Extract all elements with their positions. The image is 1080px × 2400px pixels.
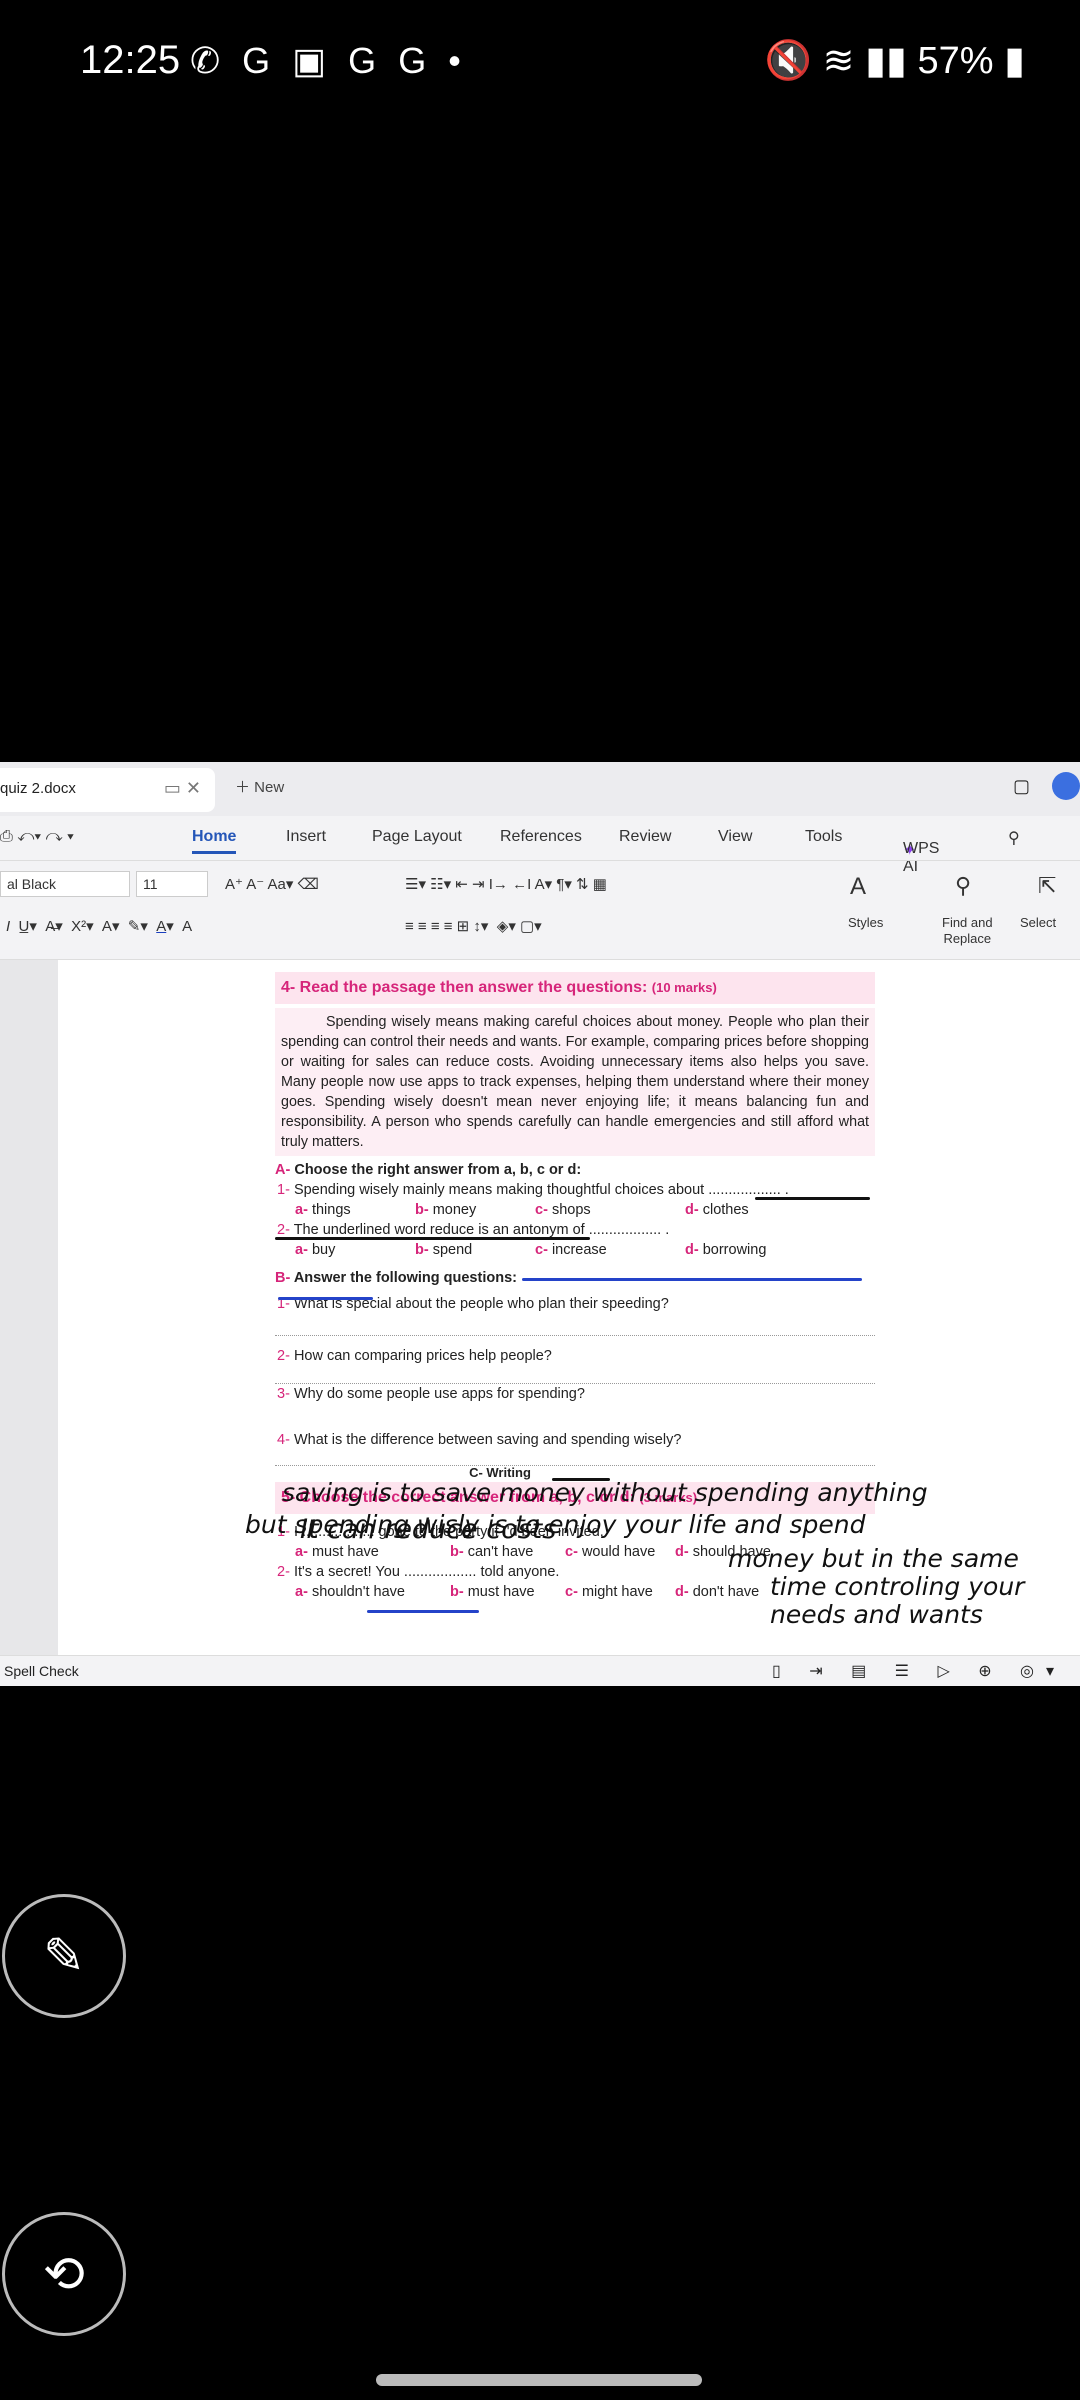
replace-label: Replace bbox=[943, 931, 992, 946]
font-select[interactable]: al Black bbox=[0, 871, 130, 897]
styles-button[interactable]: Styles bbox=[848, 915, 883, 930]
undo-redo-icons[interactable]: ⎙ ↶▾ ↷ ▾ bbox=[0, 828, 74, 846]
find-icon[interactable]: ⚲ bbox=[955, 873, 971, 899]
ink-underline bbox=[755, 1197, 870, 1200]
answer-line[interactable] bbox=[275, 1366, 875, 1384]
section-a: A- Choose the right answer from a, b, c … bbox=[275, 1160, 875, 1180]
new-tab-button[interactable]: ＋ New bbox=[235, 776, 284, 797]
section-title: Answer the following questions: bbox=[293, 1270, 517, 1286]
section-letter: A- bbox=[275, 1162, 291, 1178]
question-b3: 3- Why do some people use apps for spend… bbox=[277, 1386, 585, 1402]
answer-line[interactable] bbox=[275, 1450, 875, 1466]
font-size-select[interactable]: 11 bbox=[136, 871, 208, 897]
question-b2: 2- How can comparing prices help people? bbox=[277, 1348, 552, 1364]
clock: 12:25 bbox=[80, 38, 181, 82]
text-style-icons[interactable]: I U̲▾ A̶▾ X²▾ A▾ ✎▾ A▾ A bbox=[6, 917, 192, 935]
rotate-icon: ⟲ bbox=[43, 2246, 85, 2302]
options-a2: a- buy b- spend c- increase d- borrowing bbox=[295, 1242, 767, 1258]
tab-bar: quiz 2.docx ▭ ✕ ＋ New ▢ bbox=[0, 762, 1080, 816]
heading-marks: (10 marks) bbox=[651, 980, 717, 995]
pencil-icon: ✎ bbox=[43, 1928, 85, 1984]
home-indicator[interactable] bbox=[376, 2374, 702, 2386]
tab-tools[interactable]: Tools bbox=[805, 828, 842, 846]
ribbon: al Black 11 A⁺ A⁻ Aa▾ ⌫ I U̲▾ A̶▾ X²▾ A▾… bbox=[0, 860, 1080, 960]
styles-icon[interactable]: A bbox=[850, 873, 866, 901]
question-text: The underlined word reduce is an antonym… bbox=[293, 1222, 670, 1238]
options-a1: a- things b- money c- shops d- clothes bbox=[295, 1202, 749, 1218]
system-icons: 🔇 ≋ ▮▮ 57% ▮ bbox=[764, 40, 1025, 82]
tab-page-layout[interactable]: Page Layout bbox=[372, 828, 462, 846]
tab-review[interactable]: Review bbox=[619, 828, 671, 846]
alignment-icons[interactable]: ≡ ≡ ≡ ≡ ⊞ ↕▾ ◈▾ ▢▾ bbox=[405, 917, 542, 935]
handwritten-answer-4: saving is to save money without spending… bbox=[282, 1478, 928, 1507]
notification-icons: ✆ G ▣ G G • bbox=[190, 40, 467, 81]
handwritten-answer-4: needs and wants bbox=[770, 1600, 983, 1629]
document-tab[interactable]: quiz 2.docx ▭ ✕ bbox=[0, 768, 215, 812]
close-icon[interactable]: ▭ ✕ bbox=[164, 778, 201, 799]
tab-home[interactable]: Home bbox=[192, 828, 237, 854]
paragraph-icons[interactable]: ☰▾ ☷▾ ⇤ ⇥ I→ ←I A▾ ¶▾ ⇅ ▦ bbox=[405, 875, 607, 893]
heading-text: 4- Read the passage then answer the ques… bbox=[281, 979, 648, 996]
font-format-icons[interactable]: A⁺ A⁻ Aa▾ ⌫ bbox=[225, 875, 319, 893]
rotate-button[interactable]: ⟲ bbox=[2, 2212, 126, 2336]
new-tab-label: New bbox=[254, 779, 285, 796]
document-tab-label: quiz 2.docx bbox=[0, 780, 76, 797]
question-text: Spending wisely mainly means making thou… bbox=[293, 1182, 789, 1198]
wps-window: quiz 2.docx ▭ ✕ ＋ New ▢ ⎙ ↶▾ ↷ ▾ Home Ins… bbox=[0, 762, 1080, 1686]
menu-bar: ⎙ ↶▾ ↷ ▾ Home Insert Page Layout Referen… bbox=[0, 816, 1080, 875]
find-replace-button[interactable]: Find and Replace bbox=[942, 915, 993, 947]
battery-level: 57% bbox=[917, 40, 994, 82]
ink-underline bbox=[275, 1237, 590, 1240]
handwritten-answer-4: money but in the same bbox=[728, 1544, 1019, 1573]
bottom-status-bar: Spell Check ▯ ⇥ ▤ ☰ ▷ ⊕ ◎▾ bbox=[0, 1655, 1080, 1686]
question-b4: 4- What is the difference between saving… bbox=[277, 1432, 682, 1448]
handwritten-answer-4: time controling your bbox=[770, 1572, 1025, 1601]
ink-underline bbox=[367, 1610, 479, 1613]
search-icon[interactable]: ⚲ bbox=[1008, 828, 1020, 848]
ink-underline bbox=[278, 1297, 373, 1300]
spell-check-button[interactable]: Spell Check bbox=[4, 1663, 79, 1679]
section-title: Choose the right answer from a, b, c or … bbox=[294, 1162, 582, 1178]
passage: Spending wisely means making careful cho… bbox=[275, 1008, 875, 1156]
cursor-icon[interactable]: ⇱ bbox=[1038, 873, 1056, 899]
view-mode-icons[interactable]: ▯ ⇥ ▤ ☰ ▷ ⊕ ◎▾ bbox=[772, 1661, 1066, 1681]
tab-references[interactable]: References bbox=[500, 828, 582, 846]
tab-insert[interactable]: Insert bbox=[286, 828, 326, 846]
pen-button[interactable]: ✎ bbox=[2, 1894, 126, 2018]
answer-line[interactable] bbox=[275, 1314, 875, 1336]
status-bar: 12:25 ✆ G ▣ G G • 🔇 ≋ ▮▮ 57% ▮ bbox=[0, 0, 1080, 120]
select-button[interactable]: Select bbox=[1020, 915, 1056, 930]
window-icon[interactable]: ▢ bbox=[1013, 776, 1030, 797]
tab-view[interactable]: View bbox=[718, 828, 752, 846]
section-heading: 4- Read the passage then answer the ques… bbox=[275, 972, 875, 1004]
avatar[interactable] bbox=[1052, 772, 1080, 800]
ink-underline bbox=[522, 1278, 862, 1281]
quiz-content: 4- Read the passage then answer the ques… bbox=[275, 972, 875, 1602]
find-label: Find and bbox=[942, 915, 993, 930]
handwritten-answer-4: but spending wisly is to enjoy your life… bbox=[245, 1510, 866, 1539]
